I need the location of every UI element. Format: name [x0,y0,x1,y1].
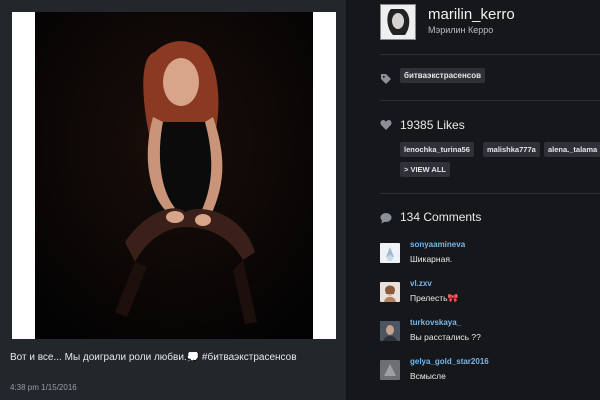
commenter-username[interactable]: sonyaamineva [410,240,465,249]
hashtag-chip[interactable]: битваэкстрасенсов [400,68,486,83]
divider [380,193,600,194]
profile-avatar[interactable] [380,4,416,40]
comment-item: vl.zxv Прелесть🎀 [380,279,600,313]
commenter-username[interactable]: turkovskaya_ [410,318,461,327]
comment-text: Всмысле [410,371,446,381]
tag-icon [380,72,392,90]
post-photo[interactable] [35,12,313,339]
comment-item: sonyaamineva Шикарная. [380,240,600,274]
likes-count: 19385 Likes [400,118,465,132]
comment-text: Прелесть🎀 [410,293,459,303]
comment-text: Вы расстались ?? [410,332,481,342]
comment-item: gelya_gold_star2016 Всмысле [380,357,600,391]
liker-chip[interactable]: lenochka_turina56 [400,142,474,157]
profile-full-name: Мэрилин Керро [428,25,494,35]
comment-item: turkovskaya_ Вы расстались ?? [380,318,600,352]
post-photo-illustration [35,12,313,339]
post-details-panel: marilin_kerro Мэрилин Керро битваэкстрас… [346,0,600,400]
comment-bubble-icon [380,211,392,229]
commenter-avatar[interactable] [380,360,400,380]
post-timestamp: 4:38 pm 1/15/2016 [10,383,77,392]
post-caption: Вот и все... Мы доиграли роли любви.💭 #б… [10,352,297,363]
view-all-likes-button[interactable]: > VIEW ALL [400,162,451,177]
comment-text: Шикарная. [410,254,453,264]
divider [380,54,600,55]
divider [380,100,600,101]
comments-count: 134 Comments [400,210,482,224]
photo-frame [12,12,336,339]
liker-chip[interactable]: alena._talama [544,142,600,157]
profile-username[interactable]: marilin_kerro [428,6,515,23]
commenter-avatar[interactable] [380,282,400,302]
avatar-image [381,5,415,39]
commenter-avatar[interactable] [380,243,400,263]
commenter-username[interactable]: vl.zxv [410,279,432,288]
liker-chip[interactable]: malishka777a [483,142,540,157]
commenter-avatar[interactable] [380,321,400,341]
post-card: Вот и все... Мы доиграли роли любви.💭 #б… [0,0,346,400]
commenter-username[interactable]: gelya_gold_star2016 [410,357,489,366]
heart-icon [380,118,392,136]
